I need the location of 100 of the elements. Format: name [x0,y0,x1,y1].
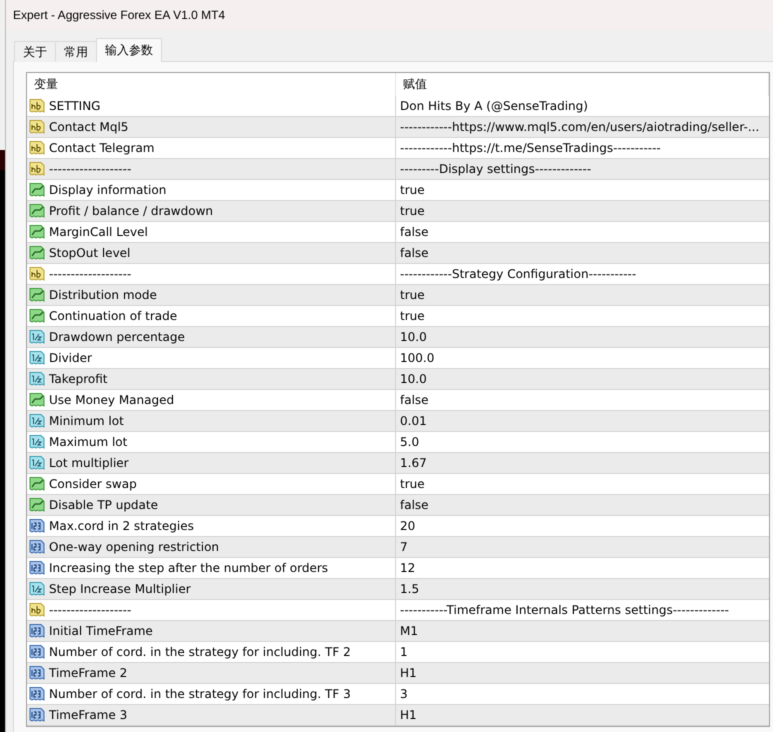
boolean-type-icon [29,245,46,261]
table-row[interactable]: Minimum lot 0.01 [27,411,769,432]
variable-name: Use Money Managed [49,393,174,407]
variable-name: Takeprofit [49,372,108,386]
value-cell[interactable]: ------------https://www.mql5.com/en/users/aiotrading/seller-... [396,117,769,137]
table-row[interactable]: Distribution mode true [27,285,769,306]
table-row[interactable]: Increasing the step after the number of orders 12 [27,558,769,579]
value-cell[interactable]: 20 [396,516,769,536]
table-row[interactable]: Profit / balance / drawdown true [27,201,769,222]
value-cell[interactable]: ------------https://t.me/SenseTradings----------- [396,138,769,158]
variable-name: TimeFrame 3 [49,708,128,722]
value-cell[interactable]: true [396,474,769,494]
variable-name: Max.cord in 2 strategies [49,519,194,533]
boolean-type-icon [29,287,46,303]
tab[interactable]: 输入参数 [96,38,162,62]
value-cell[interactable]: false [396,243,769,263]
number-type-icon [29,518,46,534]
value-cell[interactable]: H1 [396,705,769,725]
variable-name: Lot multiplier [49,456,129,470]
value-cell[interactable]: 1.67 [396,453,769,473]
variable-name: StopOut level [49,246,130,260]
value-cell[interactable]: 10.0 [396,327,769,347]
value-cell[interactable]: false [396,222,769,242]
table-row[interactable]: SETTING Don Hits By A (@SenseTrading) [27,96,769,117]
value-cell[interactable]: false [396,495,769,515]
table-row[interactable]: ------------------- -----------Timeframe Internals Patterns settings------------- [27,600,769,621]
value-cell[interactable]: false [396,390,769,410]
table-row[interactable]: Disable TP update false [27,495,769,516]
table-row[interactable]: Consider swap true [27,474,769,495]
variable-name: ------------------- [49,603,132,617]
table-row[interactable]: Drawdown percentage 10.0 [27,327,769,348]
table-row[interactable]: Divider 100.0 [27,348,769,369]
variable-name: Increasing the step after the number of orders [49,561,328,575]
value-cell[interactable]: 5.0 [396,432,769,452]
table-row[interactable]: Contact Telegram ------------https://t.me/SenseTradings----------- [27,138,769,159]
table-row[interactable]: Use Money Managed false [27,390,769,411]
variable-name: ------------------- [49,162,132,176]
value-cell[interactable]: ------------Strategy Configuration----------- [396,264,769,284]
table-row[interactable]: Step Increase Multiplier 1.5 [27,579,769,600]
boolean-type-icon [29,308,46,324]
value-cell[interactable]: true [396,285,769,305]
variable-name: Distribution mode [49,288,157,302]
table-row[interactable]: ------------------- ------------Strategy Configuration----------- [27,264,769,285]
variable-name: Consider swap [49,477,137,491]
value-cell[interactable]: 100.0 [396,348,769,368]
variable-name: One-way opening restriction [49,540,220,554]
table-row[interactable]: Maximum lot 5.0 [27,432,769,453]
table-row[interactable]: Max.cord in 2 strategies 20 [27,516,769,537]
table-row[interactable]: Display information true [27,180,769,201]
value-cell[interactable]: M1 [396,621,769,641]
table-row[interactable]: One-way opening restriction 7 [27,537,769,558]
text-type-icon [29,119,46,135]
table-row[interactable]: TimeFrame 2 H1 [27,663,769,684]
table-row[interactable]: MarginCall Level false [27,222,769,243]
value-cell[interactable]: -----------Timeframe Internals Patterns settings------------- [396,600,769,620]
number-type-icon [29,560,46,576]
table-row[interactable]: Takeprofit 10.0 [27,369,769,390]
table-row[interactable]: Number of cord. in the strategy for including. TF 3 3 [27,684,769,705]
table-row[interactable]: Lot multiplier 1.67 [27,453,769,474]
fraction-type-icon [29,329,46,345]
value-cell[interactable]: H1 [396,663,769,683]
value-cell[interactable]: 0.01 [396,411,769,431]
variable-name: MarginCall Level [49,225,148,239]
table-row[interactable]: StopOut level false [27,243,769,264]
value-cell[interactable]: Don Hits By A (@SenseTrading) [396,96,769,116]
table-row[interactable]: TimeFrame 3 H1 [27,705,769,726]
number-type-icon [29,686,46,702]
value-cell[interactable]: true [396,180,769,200]
table-row[interactable]: Number of cord. in the strategy for including. TF 2 1 [27,642,769,663]
variable-name: Divider [49,351,92,365]
table-row[interactable]: ------------------- ---------Display settings------------- [27,159,769,180]
value-cell[interactable]: true [396,201,769,221]
value-cell[interactable]: 1 [396,642,769,662]
window-title: Expert - Aggressive Forex EA V1.0 MT4 [12,8,226,22]
tab[interactable]: 常用 [55,41,97,62]
tab[interactable]: 关于 [14,41,56,62]
number-type-icon [29,665,46,681]
fraction-type-icon [29,413,46,429]
variable-name: Drawdown percentage [49,330,185,344]
value-cell[interactable]: 3 [396,684,769,704]
number-type-icon [29,623,46,639]
boolean-type-icon [29,203,46,219]
table-row[interactable]: Continuation of trade true [27,306,769,327]
variable-name: TimeFrame 2 [49,666,128,680]
text-type-icon [29,161,46,177]
value-cell[interactable]: 7 [396,537,769,557]
table-row[interactable]: Initial TimeFrame M1 [27,621,769,642]
variable-name: Profit / balance / drawdown [49,204,213,218]
value-cell[interactable]: ---------Display settings------------- [396,159,769,179]
value-cell[interactable]: 12 [396,558,769,578]
variable-name: Display information [49,183,166,197]
number-type-icon [29,644,46,660]
value-cell[interactable]: true [396,306,769,326]
table-row[interactable]: Contact Mql5 ------------https://www.mql5.com/en/users/aiotrading/seller-... [27,117,769,138]
variable-name: Continuation of trade [49,309,178,323]
boolean-type-icon [29,497,46,513]
value-cell[interactable]: 10.0 [396,369,769,389]
variable-name: Contact Mql5 [49,120,128,134]
fraction-type-icon [29,581,46,597]
value-cell[interactable]: 1.5 [396,579,769,599]
